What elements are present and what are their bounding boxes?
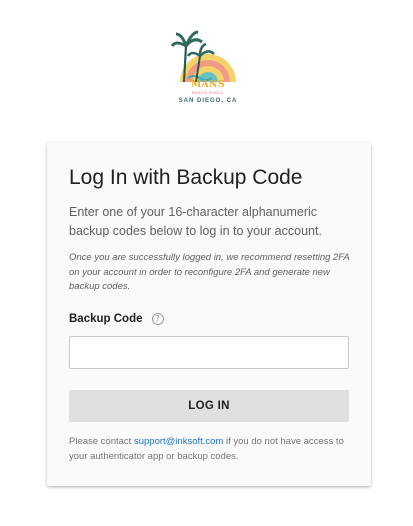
logo-tagline: BEACH SHACK: [192, 90, 224, 95]
support-email-link[interactable]: support@inksoft.com: [134, 436, 223, 447]
login-button[interactable]: LOG IN: [69, 390, 349, 422]
login-card: Log In with Backup Code Enter one of you…: [47, 143, 371, 486]
brand-logo: MANS BEACH SHACK SAN DIEGO, CA: [170, 28, 246, 112]
backup-code-input[interactable]: [69, 336, 349, 369]
backup-code-label-row: Backup Code ?: [69, 313, 164, 325]
reset-2fa-note: Once you are successfully logged in, we …: [69, 252, 350, 292]
backup-code-label: Backup Code: [69, 313, 143, 325]
page-title: Log In with Backup Code: [69, 166, 303, 189]
logo-location: SAN DIEGO, CA: [178, 98, 238, 104]
intro-text: Enter one of your 16-character alphanume…: [69, 205, 322, 238]
support-footer: Please contact support@inksoft.com if yo…: [69, 435, 354, 464]
question-circle-icon[interactable]: ?: [151, 313, 164, 325]
logo-brand-text: MANS: [191, 80, 225, 90]
palm-tree-sunset-logo-icon: [170, 30, 236, 83]
footer-prefix-text: Please contact: [69, 436, 134, 447]
login-page: MANS BEACH SHACK SAN DIEGO, CA Log In wi…: [0, 0, 413, 526]
